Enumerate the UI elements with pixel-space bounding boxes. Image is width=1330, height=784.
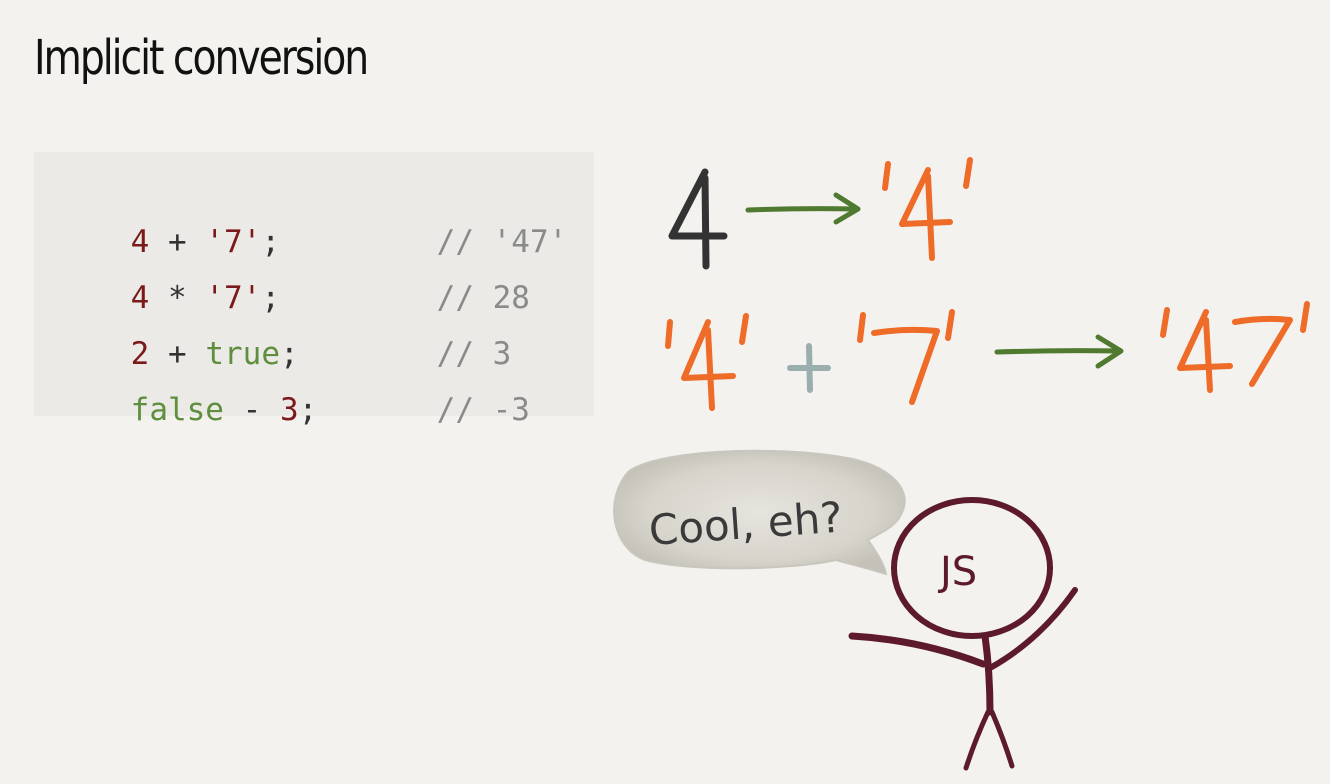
character-label: JS — [937, 549, 977, 595]
conversion-illustration: Cool, eh? JS — [613, 157, 1310, 771]
glyph-quoted-four-orange — [882, 157, 973, 261]
equation-number-to-string — [668, 157, 973, 270]
glyph-four-dark — [668, 168, 728, 270]
glyph-quoted-seven-orange — [857, 309, 955, 405]
equation-string-concatenation — [665, 301, 1310, 411]
glyph-quoted-forty-seven-orange — [1160, 301, 1310, 393]
character-left-arm — [848, 632, 987, 668]
speech-bubble: Cool, eh? — [613, 449, 906, 576]
js-character: JS — [848, 497, 1078, 771]
character-legs — [963, 709, 1015, 771]
glyph-quoted-four-orange — [665, 313, 749, 411]
character-body — [981, 632, 994, 716]
arrow-icon — [745, 192, 861, 225]
plus-icon — [787, 343, 831, 393]
arrow-icon — [994, 334, 1124, 369]
